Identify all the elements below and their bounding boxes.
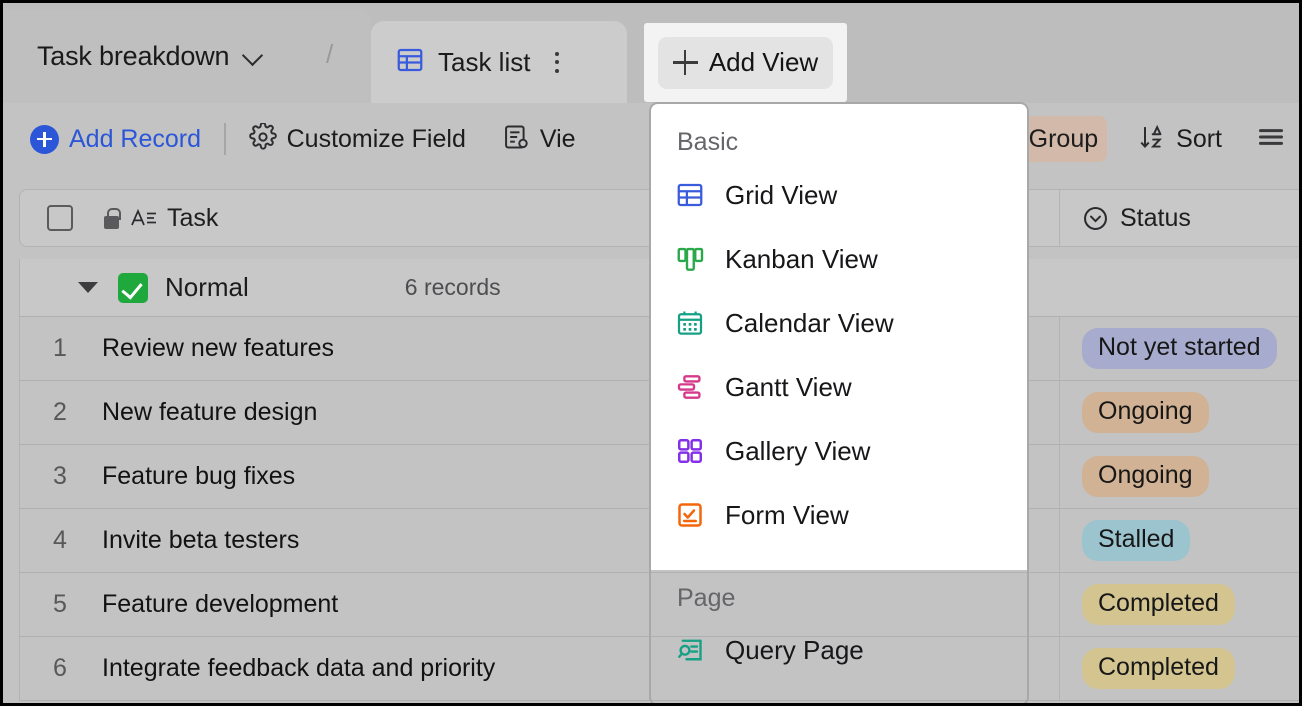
status-badge: Completed	[1082, 584, 1235, 624]
add-view-container: Add View	[644, 23, 847, 102]
status-badge: Stalled	[1082, 520, 1190, 560]
row-index: 6	[20, 654, 100, 683]
breadcrumb[interactable]: Task breakdown	[3, 9, 371, 103]
menu-item-label: Calendar View	[725, 308, 894, 339]
menu-item-calendar-view[interactable]: Calendar View	[651, 291, 1027, 355]
column-header-status[interactable]: Status	[1060, 204, 1302, 233]
plus-icon	[673, 50, 698, 75]
menu-item-form-view[interactable]: Form View	[651, 483, 1027, 547]
row-index: 4	[20, 526, 100, 555]
row-index: 5	[20, 590, 100, 619]
status-badge: Ongoing	[1082, 456, 1209, 496]
query-page-icon	[675, 635, 705, 665]
form-view-icon	[675, 500, 705, 530]
customize-field-label: Customize Field	[287, 125, 466, 154]
menu-item-kanban-view[interactable]: Kanban View	[651, 227, 1027, 291]
kanban-view-icon	[675, 244, 705, 274]
text-field-icon	[130, 207, 158, 229]
caret-down-icon[interactable]	[78, 282, 98, 293]
row-index: 3	[20, 462, 100, 491]
menu-item-label: Form View	[725, 500, 849, 531]
sort-az-icon	[1138, 123, 1166, 156]
view-config-icon	[502, 123, 530, 156]
menu-item-query-page[interactable]: Query Page	[651, 619, 1027, 681]
group-name: Normal	[165, 272, 249, 303]
add-record-button[interactable]: Add Record	[21, 116, 210, 162]
toolbar-divider	[224, 123, 226, 155]
app-window: Task breakdown / Task list Add View	[0, 0, 1302, 706]
customize-field-button[interactable]: Customize Field	[240, 116, 475, 162]
view-config-button[interactable]: Vie	[493, 116, 585, 162]
menu-section-basic-label: Basic	[651, 104, 1027, 163]
breadcrumb-separator: /	[326, 39, 333, 70]
calendar-view-icon	[675, 308, 705, 338]
tab-task-list[interactable]: Task list	[371, 21, 627, 103]
menu-item-label: Gantt View	[725, 372, 852, 403]
gantt-view-icon	[675, 372, 705, 402]
gear-icon	[249, 123, 277, 156]
row-status-cell[interactable]: Completed	[1060, 648, 1302, 688]
row-status-cell[interactable]: Ongoing	[1060, 392, 1302, 432]
grid-view-icon	[395, 45, 425, 80]
add-view-menu: Basic Grid View Kanban View	[651, 104, 1027, 570]
select-all-cell[interactable]	[20, 205, 100, 231]
more-vertical-icon[interactable]	[551, 46, 563, 79]
menu-item-label: Query Page	[725, 635, 864, 666]
menu-item-gantt-view[interactable]: Gantt View	[651, 355, 1027, 419]
single-select-icon	[1082, 205, 1109, 232]
add-record-label: Add Record	[69, 125, 201, 154]
gallery-view-icon	[675, 436, 705, 466]
group-button[interactable]: Group	[1020, 116, 1107, 162]
check-badge-icon	[118, 273, 148, 303]
sort-label: Sort	[1176, 125, 1222, 154]
sort-button[interactable]: Sort	[1129, 116, 1231, 162]
row-status-cell[interactable]: Ongoing	[1060, 456, 1302, 496]
row-index: 1	[20, 334, 100, 363]
tab-label: Task list	[438, 47, 530, 78]
view-config-label: Vie	[540, 125, 576, 154]
column-header-task-label: Task	[167, 204, 218, 233]
row-status-cell[interactable]: Stalled	[1060, 520, 1302, 560]
menu-item-label: Gallery View	[725, 436, 870, 467]
menu-section-page-label: Page	[651, 570, 1027, 619]
checkbox-icon[interactable]	[47, 205, 73, 231]
grid-view-icon	[675, 180, 705, 210]
breadcrumb-title: Task breakdown	[37, 41, 229, 72]
group-record-count: 6 records	[405, 274, 501, 301]
chevron-down-icon[interactable]	[243, 45, 265, 67]
menu-item-label: Grid View	[725, 180, 837, 211]
menu-item-grid-view[interactable]: Grid View	[651, 163, 1027, 227]
add-view-label: Add View	[709, 47, 818, 78]
add-view-button[interactable]: Add View	[658, 37, 833, 89]
row-height-button[interactable]	[1247, 116, 1295, 162]
status-badge: Ongoing	[1082, 392, 1209, 432]
group-label: Group	[1029, 125, 1098, 154]
column-header-status-label: Status	[1120, 204, 1191, 233]
row-height-icon	[1256, 123, 1286, 156]
menu-item-label: Kanban View	[725, 244, 878, 275]
row-status-cell[interactable]: Not yet started	[1060, 328, 1302, 368]
menu-item-gallery-view[interactable]: Gallery View	[651, 419, 1027, 483]
lock-icon	[102, 207, 121, 229]
add-view-menu-page-section: Page Query Page	[651, 570, 1027, 704]
row-index: 2	[20, 398, 100, 427]
row-status-cell[interactable]: Completed	[1060, 584, 1302, 624]
plus-circle-icon	[30, 125, 59, 154]
status-badge: Not yet started	[1082, 328, 1277, 368]
status-badge: Completed	[1082, 648, 1235, 688]
view-tab-bar: Task breakdown / Task list Add View	[3, 3, 1302, 103]
